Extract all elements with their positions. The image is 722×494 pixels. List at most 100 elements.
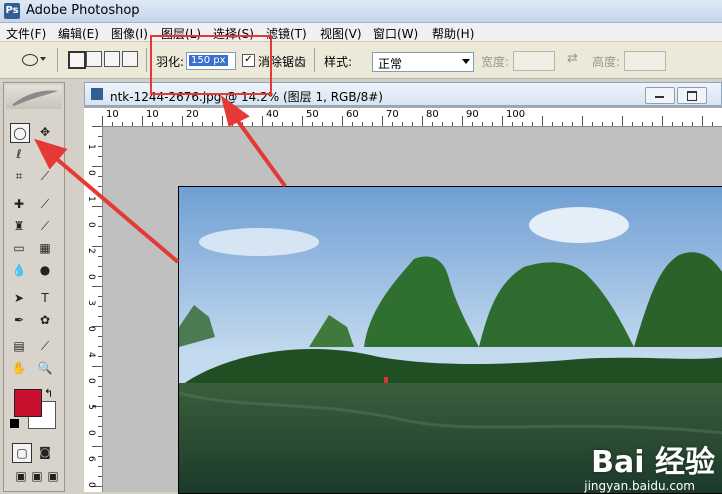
toolbox-panel: ◯ ✥ ℓ ✦ ⌗ ⟋ ✚ ⟋ ♜ ⟋ ▭ ▦ 💧 ● ➤ T ✒ ✿ ▤ ⟋ … — [3, 82, 65, 492]
ruler-tick — [98, 146, 102, 147]
ruler-tick — [422, 116, 423, 126]
ruler-tick — [582, 116, 583, 126]
feather-logo-icon — [6, 85, 62, 109]
clone-stamp-tool-icon[interactable]: ♜ — [10, 217, 28, 235]
minimize-button[interactable] — [645, 87, 675, 104]
ruler-tick — [532, 122, 533, 126]
ruler-tick — [98, 476, 102, 477]
preset-dropdown-icon[interactable] — [40, 57, 46, 61]
hand-tool-icon[interactable]: ✋ — [10, 359, 28, 377]
blur-tool-icon[interactable]: 💧 — [10, 261, 28, 279]
elliptical-marquee-tool-icon[interactable]: ◯ — [10, 123, 30, 143]
subtract-selection-mode-button[interactable] — [104, 51, 120, 67]
ruler-tick — [98, 216, 102, 217]
eyedropper-tool-icon[interactable]: ⟋ — [36, 337, 54, 355]
ruler-tick — [112, 122, 113, 126]
type-tool-icon[interactable]: T — [36, 289, 54, 307]
feather-highlight-box — [150, 35, 272, 95]
horizontal-ruler: 10 10 20 30 40 50 60 70 80 90 100 — [102, 108, 722, 127]
vertical-ruler: 1 0 1 0 2 0 3 0 4 0 5 0 6 0 — [84, 126, 103, 492]
magic-wand-tool-icon[interactable]: ✦ — [36, 145, 54, 163]
ruler-tick — [98, 256, 102, 257]
ruler-tick — [482, 122, 483, 126]
ruler-tick — [98, 346, 102, 347]
gradient-tool-icon[interactable]: ▦ — [36, 239, 54, 257]
slice-tool-icon[interactable]: ⟋ — [36, 167, 54, 185]
crop-tool-icon[interactable]: ⌗ — [10, 167, 28, 185]
foreground-color-swatch[interactable] — [14, 389, 42, 417]
ruler-v-label: 0 — [86, 274, 96, 280]
notes-tool-icon[interactable]: ▤ — [10, 337, 28, 355]
quick-mask-mode-icon[interactable]: ◙ — [36, 443, 54, 461]
ruler-tick — [232, 122, 233, 126]
ruler-tick — [98, 336, 102, 337]
ruler-tick — [98, 176, 102, 177]
intersect-selection-mode-button[interactable] — [122, 51, 138, 67]
zoom-tool-icon[interactable]: 🔍 — [36, 359, 54, 377]
healing-brush-tool-icon[interactable]: ✚ — [10, 195, 28, 213]
ruler-tick — [632, 122, 633, 126]
menu-edit[interactable]: 编辑(E) — [58, 25, 99, 42]
ruler-tick — [182, 116, 183, 126]
custom-shape-tool-icon[interactable]: ✿ — [36, 311, 54, 329]
eraser-tool-icon[interactable]: ▭ — [10, 239, 28, 257]
screen-mode-full-icon[interactable]: ▣ — [44, 467, 62, 485]
chevron-down-icon — [462, 59, 470, 64]
baidu-watermark-url: jingyan.baidu.com — [584, 479, 695, 493]
add-selection-mode-button[interactable] — [86, 51, 102, 67]
ruler-tick — [142, 116, 143, 126]
menu-window[interactable]: 窗口(W) — [373, 25, 418, 42]
ruler-tick — [192, 122, 193, 126]
style-select[interactable]: 正常 — [372, 52, 474, 72]
dodge-tool-icon[interactable]: ● — [36, 261, 54, 279]
height-input[interactable] — [624, 51, 666, 71]
menu-filter[interactable]: 滤镜(T) — [266, 25, 307, 42]
ruler-tick — [98, 196, 102, 197]
history-brush-tool-icon[interactable]: ⟋ — [36, 217, 54, 235]
ruler-tick — [592, 122, 593, 126]
ruler-tick — [522, 122, 523, 126]
landscape-photo[interactable]: Bai 经验 jingyan.baidu.com — [178, 186, 722, 494]
menu-image[interactable]: 图像(I) — [111, 25, 148, 42]
ruler-tick — [98, 356, 102, 357]
pen-tool-icon[interactable]: ✒ — [10, 311, 28, 329]
ruler-tick — [262, 116, 263, 126]
menu-file[interactable]: 文件(F) — [6, 25, 46, 42]
ruler-tick — [382, 116, 383, 126]
ruler-tick — [702, 116, 703, 126]
ruler-v-label: 0 — [86, 222, 96, 228]
maximize-button[interactable] — [677, 87, 707, 104]
menu-view[interactable]: 视图(V) — [320, 25, 362, 42]
ruler-tick — [562, 122, 563, 126]
ruler-tick — [122, 122, 123, 126]
ruler-tick — [98, 236, 102, 237]
ruler-tick — [242, 122, 243, 126]
elliptical-marquee-preset-icon[interactable] — [22, 54, 38, 66]
style-value: 正常 — [378, 57, 403, 71]
ruler-tick — [212, 122, 213, 126]
standard-mode-icon[interactable]: ▢ — [12, 443, 32, 463]
swap-icon[interactable]: ⇄ — [567, 51, 578, 66]
divider — [314, 48, 315, 72]
ruler-h-label: 90 — [466, 109, 479, 120]
lasso-tool-icon[interactable]: ℓ — [10, 145, 28, 163]
path-selection-tool-icon[interactable]: ➤ — [10, 289, 28, 307]
ruler-h-label: 30 — [226, 109, 239, 120]
ruler-tick — [98, 416, 102, 417]
ruler-tick — [432, 122, 433, 126]
ruler-tick — [692, 122, 693, 126]
ruler-tick — [602, 122, 603, 126]
ruler-tick — [98, 466, 102, 467]
ruler-tick — [662, 116, 663, 126]
swap-colors-icon[interactable]: ↰ — [44, 387, 53, 400]
new-selection-mode-button[interactable] — [68, 51, 86, 69]
brush-tool-icon[interactable]: ⟋ — [36, 195, 54, 213]
ruler-tick — [98, 136, 102, 137]
default-colors-icon[interactable] — [10, 419, 19, 428]
move-tool-icon[interactable]: ✥ — [36, 123, 54, 141]
canvas-area[interactable]: Bai 经验 jingyan.baidu.com — [103, 127, 722, 494]
app-titlebar: Ps Adobe Photoshop — [0, 0, 722, 23]
width-input[interactable] — [513, 51, 555, 71]
ruler-tick — [92, 246, 102, 247]
menu-help[interactable]: 帮助(H) — [432, 25, 474, 42]
